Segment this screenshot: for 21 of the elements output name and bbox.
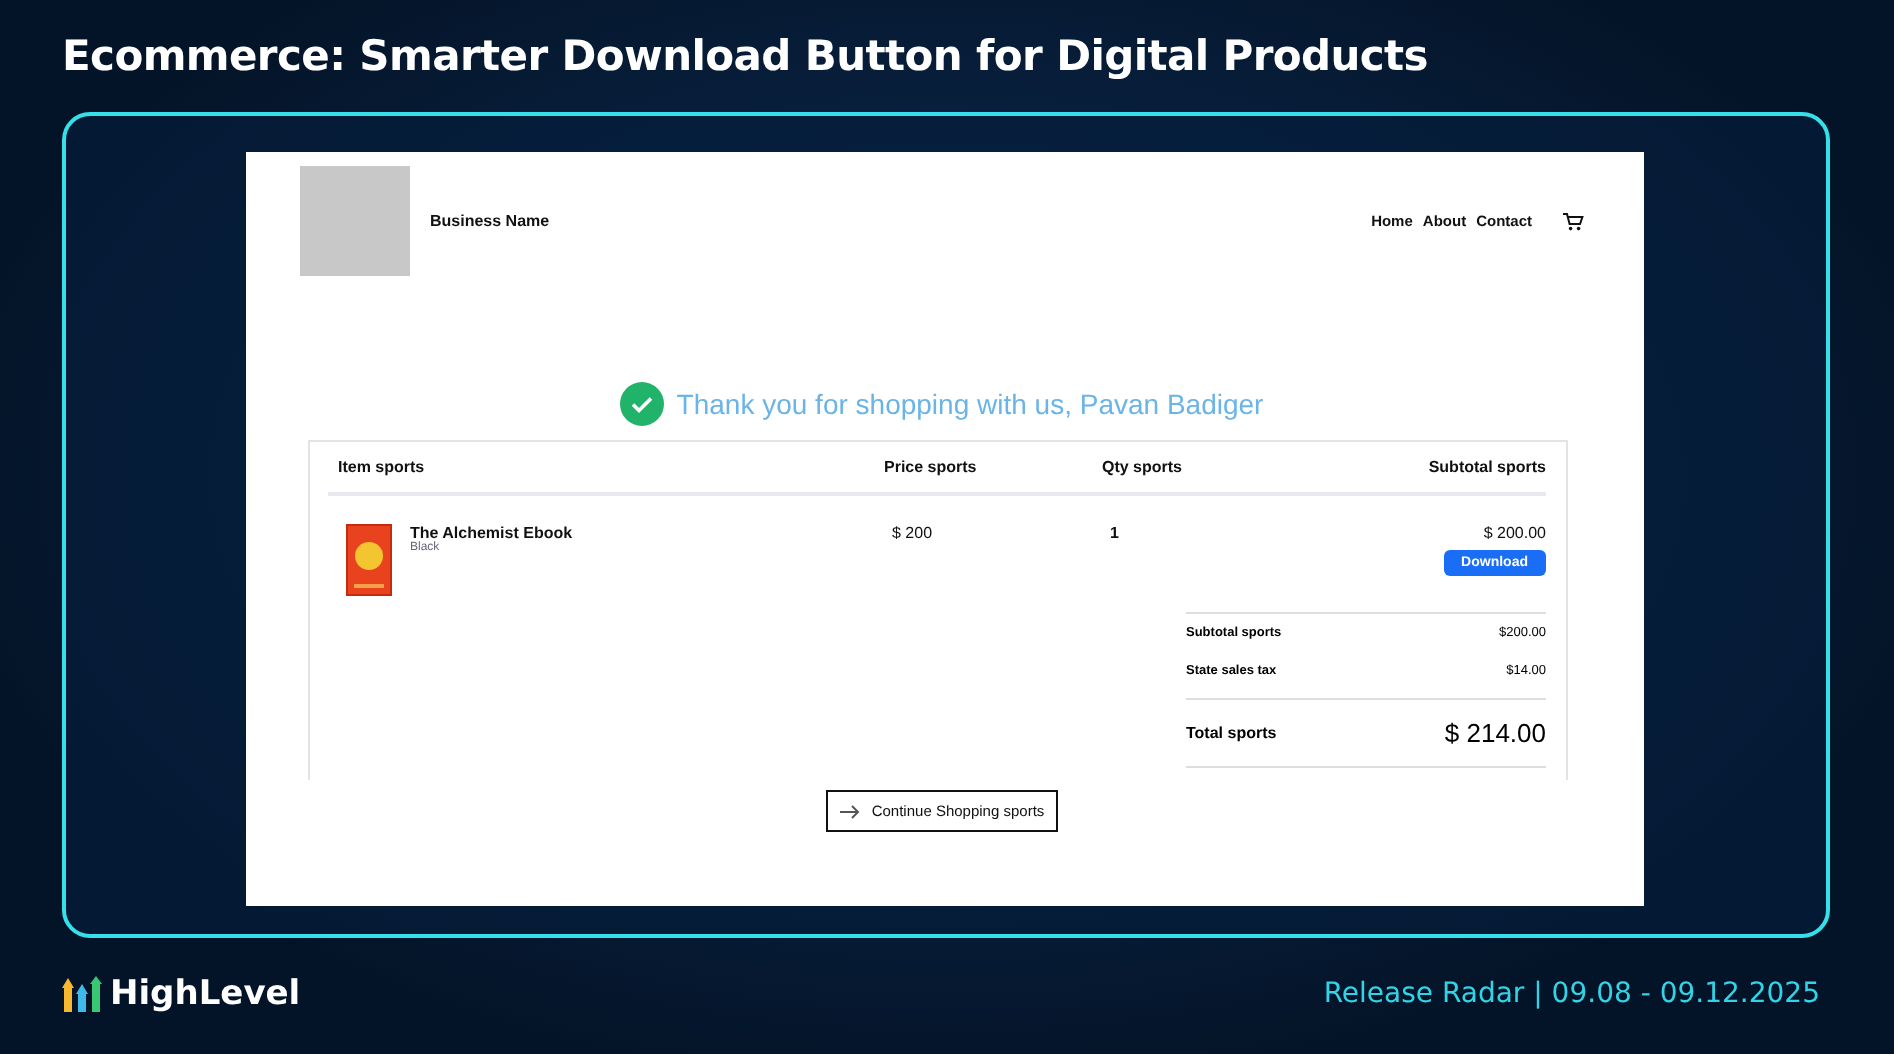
price-cell-text: $ 200 <box>892 524 935 546</box>
summary-label: Total sports <box>1186 724 1277 742</box>
subtotal-cell: $ 200.00 <box>1483 524 1546 542</box>
book-cover-drawing <box>346 524 392 596</box>
thank-you-message: Thank you for shopping with us, Pavan Badiger <box>676 388 1264 420</box>
column-header: Item sports <box>338 458 427 476</box>
brand-name: HighLevel <box>110 974 301 1014</box>
column-header: Subtotal sports <box>1426 458 1546 476</box>
column-header: Price sports <box>884 458 979 476</box>
product-name: The Alchemist Ebook <box>410 524 573 542</box>
quantity-cell-text: 1 <box>1110 524 1121 546</box>
cart-icon[interactable] <box>1562 211 1584 231</box>
logo-placeholder <box>300 166 410 276</box>
release-radar-label: Release Radar | 09.08 - 09.12.2025 <box>1323 978 1820 1010</box>
arrow-right-icon <box>839 803 860 819</box>
slide-title: Ecommerce: Smarter Download Button for Digital Products <box>62 32 1430 84</box>
column-header: Qty sports <box>1102 458 1185 476</box>
business-name: Business Name <box>430 212 550 230</box>
check-circle-icon <box>620 382 665 426</box>
arrows-logo-icon <box>62 976 106 1012</box>
summary-value: $ 214.00 <box>1444 718 1546 748</box>
